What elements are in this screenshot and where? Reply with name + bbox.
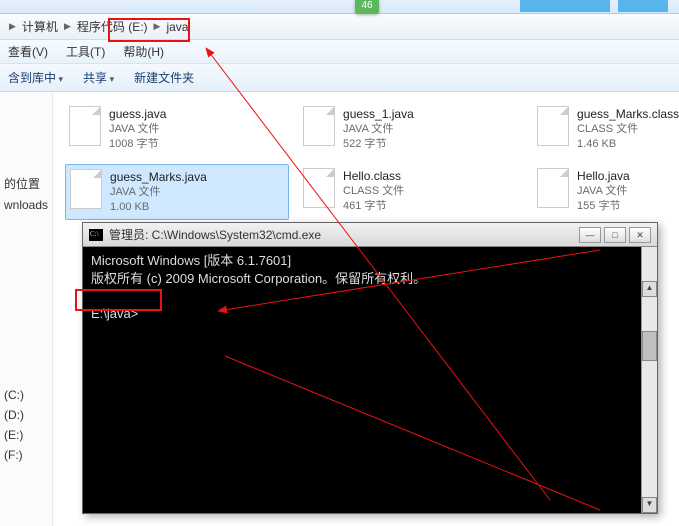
file-icon [537,106,569,146]
file-item[interactable]: Hello.javaJAVA 文件155 字节 [533,164,679,220]
tab-highlight-2 [618,0,668,12]
file-meta: guess_Marks.javaJAVA 文件1.00 KB [110,169,207,215]
share-button[interactable]: 共享 [83,69,114,86]
breadcrumb-seg-folder[interactable]: java [163,18,191,36]
explorer-toolbar: 含到库中 共享 新建文件夹 [0,64,679,92]
breadcrumb-seg-computer[interactable]: 计算机 [19,16,61,37]
file-icon [303,106,335,146]
maximize-button[interactable]: □ [604,227,626,243]
sidebar-drive-f[interactable]: (F:) [0,445,52,465]
file-meta: guess_Marks.classCLASS 文件1.46 KB [577,106,679,152]
scroll-thumb[interactable] [642,331,657,361]
sidebar-drive-c[interactable]: (C:) [0,385,52,405]
file-type: JAVA 文件 [109,122,166,137]
file-name: guess_Marks.class [577,106,679,122]
chevron-right-icon: ▶ [154,21,161,32]
address-bar[interactable]: ▶ 计算机 ▶ 程序代码 (E:) ▶ java [0,14,679,40]
file-meta: Hello.classCLASS 文件461 字节 [343,168,404,216]
file-item[interactable]: guess_Marks.classCLASS 文件1.46 KB [533,102,679,156]
file-name: Hello.java [577,168,630,184]
cmd-window[interactable]: 管理员: C:\Windows\System32\cmd.exe — □ ✕ M… [82,222,658,514]
file-type: JAVA 文件 [110,185,207,200]
scroll-up-icon[interactable]: ▲ [642,281,657,297]
cmd-title-text: 管理员: C:\Windows\System32\cmd.exe [109,226,321,243]
file-row: guess.javaJAVA 文件1008 字节guess_1.javaJAVA… [65,102,679,156]
sidebar-item-location[interactable]: 的位置 [0,172,52,195]
sidebar-drives: (C:) (D:) (E:) (F:) [0,385,52,465]
file-icon [303,168,335,208]
file-row: guess_Marks.javaJAVA 文件1.00 KBHello.clas… [65,164,679,220]
file-size: 1.46 KB [577,137,679,152]
breadcrumb-seg-drive[interactable]: 程序代码 (E:) [74,16,151,37]
file-type: JAVA 文件 [343,122,414,137]
file-size: 522 字节 [343,137,414,152]
file-size: 461 字节 [343,199,404,214]
sidebar: 的位置 wnloads (C:) (D:) (E:) (F:) [0,92,53,526]
new-folder-button[interactable]: 新建文件夹 [134,69,194,86]
file-icon [537,168,569,208]
file-name: Hello.class [343,168,404,184]
chevron-right-icon: ▶ [64,21,71,32]
file-size: 155 字节 [577,199,630,214]
browser-tabbar: 46 [0,0,679,14]
file-size: 1008 字节 [109,137,166,152]
file-type: JAVA 文件 [577,184,630,199]
sidebar-drive-d[interactable]: (D:) [0,405,52,425]
menu-tools[interactable]: 工具(T) [66,43,105,60]
scroll-down-icon[interactable]: ▼ [642,497,657,513]
file-name: guess.java [109,106,166,122]
menu-help[interactable]: 帮助(H) [123,43,164,60]
sidebar-item-downloads[interactable]: wnloads [0,195,52,215]
file-size: 1.00 KB [110,200,207,215]
file-meta: guess_1.javaJAVA 文件522 字节 [343,106,414,152]
include-in-library-button[interactable]: 含到库中 [8,69,63,86]
tab-count-badge[interactable]: 46 [355,0,379,14]
file-meta: Hello.javaJAVA 文件155 字节 [577,168,630,216]
file-type: CLASS 文件 [577,122,679,137]
file-meta: guess.javaJAVA 文件1008 字节 [109,106,166,152]
cmd-titlebar[interactable]: 管理员: C:\Windows\System32\cmd.exe — □ ✕ [83,223,657,247]
close-button[interactable]: ✕ [629,227,651,243]
cmd-scrollbar[interactable]: ▲ ▼ [641,247,657,513]
cmd-line-1: Microsoft Windows [版本 6.1.7601] [91,253,291,268]
minimize-button[interactable]: — [579,227,601,243]
menu-view[interactable]: 查看(V) [8,43,48,60]
file-name: guess_Marks.java [110,169,207,185]
file-name: guess_1.java [343,106,414,122]
sidebar-drive-e[interactable]: (E:) [0,425,52,445]
file-item[interactable]: guess_Marks.javaJAVA 文件1.00 KB [65,164,289,220]
file-item[interactable]: guess.javaJAVA 文件1008 字节 [65,102,289,156]
cmd-icon [89,229,103,241]
file-icon [70,169,102,209]
file-item[interactable]: guess_1.javaJAVA 文件522 字节 [299,102,523,156]
tab-highlight [520,0,610,12]
cmd-output[interactable]: Microsoft Windows [版本 6.1.7601] 版权所有 (c)… [83,247,657,513]
cmd-prompt: E:\java> [91,306,138,321]
file-item[interactable]: Hello.classCLASS 文件461 字节 [299,164,523,220]
chevron-right-icon: ▶ [9,21,16,32]
cmd-line-2: 版权所有 (c) 2009 Microsoft Corporation。保留所有… [91,271,426,286]
menu-bar: 查看(V) 工具(T) 帮助(H) [0,40,679,64]
file-icon [69,106,101,146]
file-type: CLASS 文件 [343,184,404,199]
